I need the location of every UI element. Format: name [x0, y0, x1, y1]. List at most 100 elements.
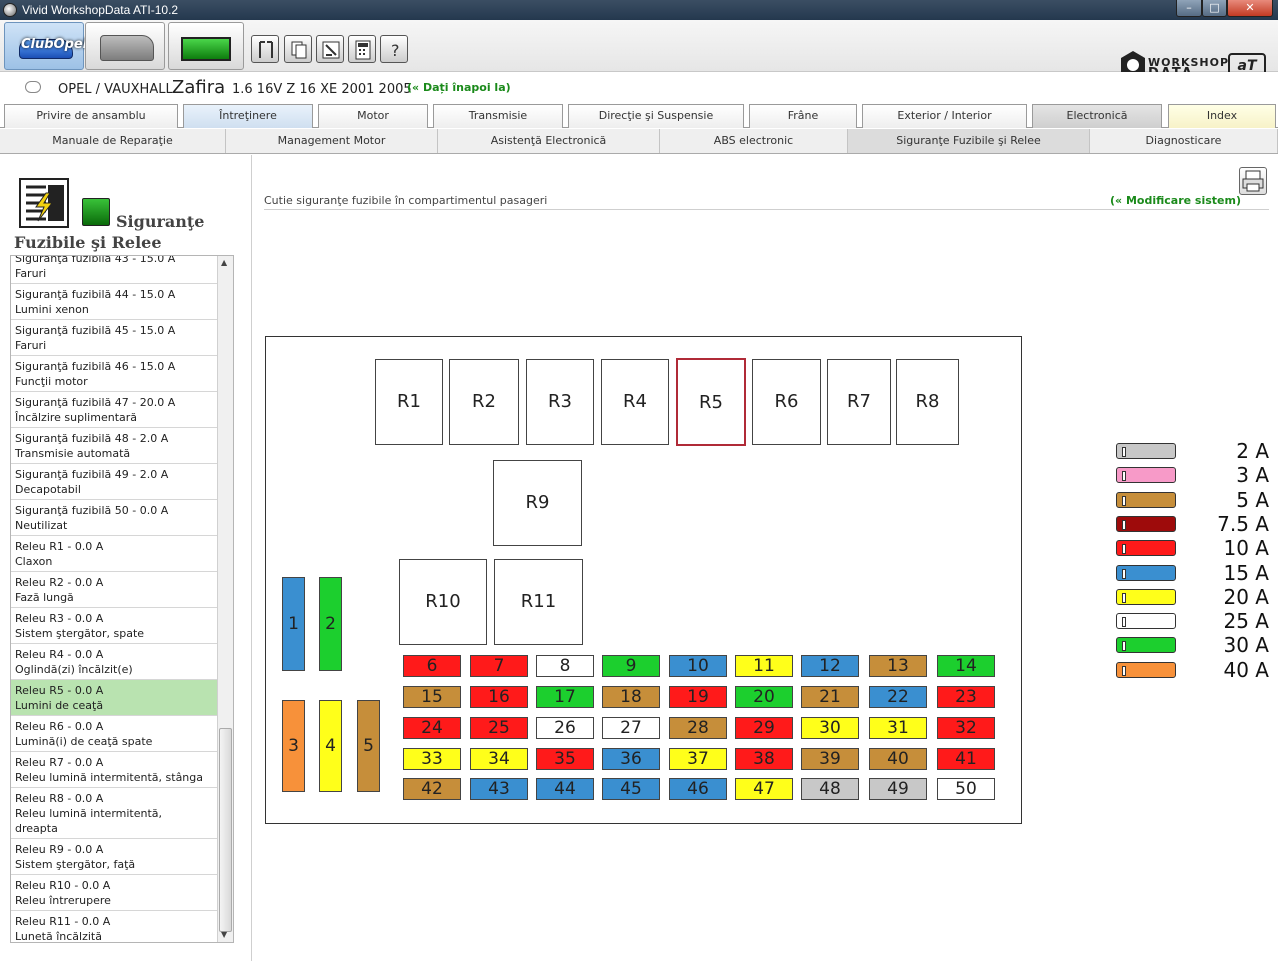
- fuse-32[interactable]: 32: [937, 717, 995, 739]
- calculator-button[interactable]: [348, 35, 376, 63]
- subtab-abs[interactable]: ABS electronic: [660, 129, 848, 153]
- fuse-12[interactable]: 12: [801, 655, 859, 677]
- fuse-13[interactable]: 13: [869, 655, 927, 677]
- scroll-down-icon[interactable]: ▼: [221, 930, 227, 939]
- relay-r3[interactable]: R3: [526, 359, 594, 445]
- fuse-43[interactable]: 43: [470, 778, 528, 800]
- fuse-30[interactable]: 30: [801, 717, 859, 739]
- fuse-36[interactable]: 36: [602, 748, 660, 770]
- fuse-15[interactable]: 15: [403, 686, 461, 708]
- fuse-7[interactable]: 7: [470, 655, 528, 677]
- list-item[interactable]: Siguranţă fuzibilă 47 - 20.0 A Încălzire …: [11, 392, 217, 428]
- fuse-39[interactable]: 39: [801, 748, 859, 770]
- relay-r11[interactable]: R11: [494, 559, 583, 645]
- list-scrollbar[interactable]: ▲ ▼: [217, 256, 233, 942]
- subtab-diagnostics[interactable]: Diagnosticare: [1090, 129, 1278, 153]
- print-button[interactable]: [1239, 167, 1267, 195]
- fuse-10[interactable]: 10: [669, 655, 727, 677]
- relay-r7[interactable]: R7: [827, 359, 891, 445]
- fuse-42[interactable]: 42: [403, 778, 461, 800]
- close-button[interactable]: ✕: [1227, 0, 1273, 17]
- fuse-22[interactable]: 22: [869, 686, 927, 708]
- tab-index[interactable]: Index: [1168, 104, 1276, 128]
- fuse-35[interactable]: 35: [536, 748, 594, 770]
- fuse-34[interactable]: 34: [470, 748, 528, 770]
- fuse-26[interactable]: 26: [536, 717, 594, 739]
- fuse-23[interactable]: 23: [937, 686, 995, 708]
- tab-maintenance[interactable]: Întreţinere: [183, 104, 313, 128]
- fuse-17[interactable]: 17: [536, 686, 594, 708]
- fuse-25[interactable]: 25: [470, 717, 528, 739]
- maximize-button[interactable]: □: [1202, 0, 1227, 17]
- fuse-3[interactable]: 3: [282, 700, 305, 792]
- relay-r4[interactable]: R4: [601, 359, 669, 445]
- fuse-27[interactable]: 27: [602, 717, 660, 739]
- list-item[interactable]: Releu R5 - 0.0 A Lumini de ceaţă: [11, 680, 217, 716]
- fuse-46[interactable]: 46: [669, 778, 727, 800]
- tab-exterior-interior[interactable]: Exterior / Interior: [862, 104, 1027, 128]
- list-item[interactable]: Releu R2 - 0.0 A Fază lungă: [11, 572, 217, 608]
- help-button[interactable]: ?: [380, 35, 408, 63]
- list-item[interactable]: Releu R7 - 0.0 A Releu lumină intermitent…: [11, 752, 217, 788]
- back-link[interactable]: (« Dați înapoi la): [407, 81, 511, 94]
- list-item[interactable]: Siguranţă fuzibilă 45 - 15.0 A Faruri: [11, 320, 217, 356]
- fuse-21[interactable]: 21: [801, 686, 859, 708]
- fuse-29[interactable]: 29: [735, 717, 793, 739]
- fuse-31[interactable]: 31: [869, 717, 927, 739]
- fuse-37[interactable]: 37: [669, 748, 727, 770]
- fuse-41[interactable]: 41: [937, 748, 995, 770]
- fuse-44[interactable]: 44: [536, 778, 594, 800]
- fuse-20[interactable]: 20: [735, 686, 793, 708]
- tab-transmission[interactable]: Transmisie: [433, 104, 563, 128]
- fuse-1[interactable]: 1: [282, 577, 305, 671]
- fuse-33[interactable]: 33: [403, 748, 461, 770]
- fuse-6[interactable]: 6: [403, 655, 461, 677]
- copy-button[interactable]: [284, 35, 312, 63]
- scroll-thumb[interactable]: [219, 728, 232, 932]
- relay-r5[interactable]: R5: [676, 358, 746, 446]
- fuse-38[interactable]: 38: [735, 748, 793, 770]
- fuse-11[interactable]: 11: [735, 655, 793, 677]
- fuse-40[interactable]: 40: [869, 748, 927, 770]
- fuse-47[interactable]: 47: [735, 778, 793, 800]
- modify-system-link[interactable]: (« Modificare sistem): [1110, 194, 1241, 207]
- fuse-18[interactable]: 18: [602, 686, 660, 708]
- relay-r8[interactable]: R8: [896, 359, 959, 445]
- car-button[interactable]: ClubOpel.com: [4, 22, 122, 70]
- list-item[interactable]: Siguranţă fuzibilă 43 - 15.0 A Faruri: [11, 256, 217, 284]
- list-item[interactable]: Siguranţă fuzibilă 44 - 15.0 A Lumini xen…: [11, 284, 217, 320]
- list-item[interactable]: Releu R10 - 0.0 A Releu întrerupere: [11, 875, 217, 911]
- scroll-up-icon[interactable]: ▲: [221, 258, 227, 267]
- list-item[interactable]: Releu R4 - 0.0 A Oglindă(zi) încălzit(e): [11, 644, 217, 680]
- list-item[interactable]: Releu R6 - 0.0 A Lumină(i) de ceaţă spate: [11, 716, 217, 752]
- subtab-electronic-assist[interactable]: Asistenţă Electronică: [438, 129, 660, 153]
- fuse-8[interactable]: 8: [536, 655, 594, 677]
- list-item[interactable]: Releu R11 - 0.0 A Lunetă încălzită: [11, 911, 217, 942]
- fuse-28[interactable]: 28: [669, 717, 727, 739]
- fuse-45[interactable]: 45: [602, 778, 660, 800]
- fuse-48[interactable]: 48: [801, 778, 859, 800]
- fuse-19[interactable]: 19: [669, 686, 727, 708]
- fuse-5[interactable]: 5: [357, 700, 380, 792]
- fuse-9[interactable]: 9: [602, 655, 660, 677]
- list-item[interactable]: Releu R3 - 0.0 A Sistem ştergător, spate: [11, 608, 217, 644]
- relay-r9[interactable]: R9: [493, 460, 582, 546]
- fuse-14[interactable]: 14: [937, 655, 995, 677]
- fuse-16[interactable]: 16: [470, 686, 528, 708]
- tab-overview[interactable]: Privire de ansamblu: [4, 104, 178, 128]
- list-item[interactable]: Releu R1 - 0.0 A Claxon: [11, 536, 217, 572]
- list-item[interactable]: Siguranţă fuzibilă 49 - 2.0 A Decapotabil: [11, 464, 217, 500]
- tab-electronics[interactable]: Electronică: [1032, 104, 1162, 128]
- relay-r2[interactable]: R2: [449, 359, 519, 445]
- tab-brakes[interactable]: Frâne: [749, 104, 857, 128]
- tab-engine[interactable]: Motor: [318, 104, 428, 128]
- list-item[interactable]: Siguranţă fuzibilă 48 - 2.0 A Transmisie …: [11, 428, 217, 464]
- tools-button[interactable]: [251, 35, 279, 63]
- van-button[interactable]: [85, 22, 165, 70]
- edit-button[interactable]: [316, 35, 344, 63]
- subtab-engine-management[interactable]: Management Motor: [226, 129, 438, 153]
- subtab-fuses-relays[interactable]: Siguranţe Fuzibile şi Relee: [848, 129, 1090, 153]
- battery-button[interactable]: [168, 22, 244, 70]
- minimize-button[interactable]: –: [1176, 0, 1202, 17]
- tab-steering-suspension[interactable]: Direcţie şi Suspensie: [568, 104, 744, 128]
